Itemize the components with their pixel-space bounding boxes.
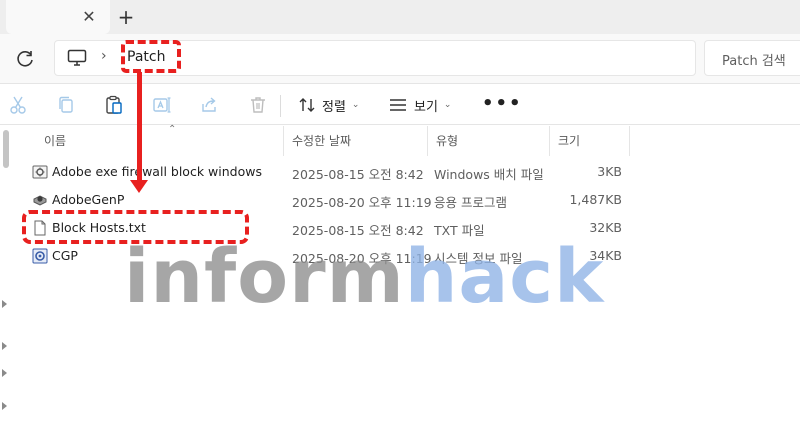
- nav-expand-icon[interactable]: [2, 369, 7, 377]
- nav-expand-icon[interactable]: [2, 342, 7, 350]
- rename-icon[interactable]: [152, 95, 172, 115]
- file-size: 32KB: [589, 220, 622, 235]
- file-type: 응용 프로그램: [434, 195, 507, 210]
- column-date-label: 수정한 날짜: [292, 134, 352, 148]
- new-tab-icon[interactable]: +: [114, 5, 138, 29]
- paste-icon[interactable]: [104, 95, 124, 115]
- address-row: › Patch Patch 검색: [0, 34, 800, 84]
- cut-icon[interactable]: [8, 95, 28, 115]
- this-pc-icon[interactable]: [67, 49, 87, 67]
- delete-icon[interactable]: [248, 95, 268, 115]
- sort-label: 정렬: [322, 99, 346, 115]
- file-name: Adobe exe firewall block windows: [52, 164, 262, 179]
- copy-icon[interactable]: [56, 95, 76, 115]
- watermark: informhack: [124, 240, 604, 314]
- watermark-part-1: inform: [124, 234, 405, 320]
- sort-button[interactable]: 정렬 ⌄: [298, 93, 359, 117]
- column-date[interactable]: 수정한 날짜: [284, 126, 428, 156]
- file-name: CGP: [52, 248, 78, 263]
- nav-expand-icon[interactable]: [2, 300, 7, 308]
- nav-expand-icon[interactable]: [2, 402, 7, 410]
- column-type-label: 유형: [436, 134, 459, 148]
- watermark-part-2: hack: [404, 234, 605, 320]
- column-name[interactable]: 이름: [36, 126, 284, 156]
- toolbar-divider: [280, 95, 281, 117]
- view-button[interactable]: 보기 ⌄: [388, 93, 451, 117]
- active-tab[interactable]: ✕: [6, 0, 110, 34]
- patch-highlight-box: [121, 40, 181, 73]
- file-date: 2025-08-15 오전 8:42: [292, 167, 424, 182]
- search-placeholder: Patch 검색: [722, 54, 786, 69]
- file-size: 3KB: [597, 164, 622, 179]
- column-type[interactable]: 유형: [428, 126, 550, 156]
- sort-chevron-down-icon: ⌄: [351, 100, 360, 110]
- more-options-icon[interactable]: •••: [482, 93, 523, 114]
- batch-file-icon: [32, 165, 48, 179]
- file-type: Windows 배치 파일: [434, 167, 544, 182]
- view-chevron-down-icon: ⌄: [443, 100, 452, 110]
- sort-icon: [299, 98, 315, 112]
- share-icon[interactable]: [200, 95, 220, 115]
- annotation-arrow-head: [130, 180, 148, 193]
- view-label: 보기: [414, 99, 438, 115]
- column-name-label: 이름: [44, 134, 67, 148]
- breadcrumb-separator[interactable]: ›: [101, 48, 107, 64]
- command-bar: 정렬 ⌄ 보기 ⌄ •••: [0, 85, 800, 125]
- view-icon: [390, 99, 406, 111]
- application-icon: [33, 195, 47, 206]
- tab-strip: ✕ +: [0, 0, 800, 34]
- annotation-arrow-line: [137, 72, 142, 182]
- refresh-icon[interactable]: [12, 46, 38, 72]
- file-size: 1,487KB: [569, 192, 622, 207]
- column-size[interactable]: 크기: [550, 126, 630, 156]
- system-info-icon: [32, 248, 48, 264]
- column-size-label: 크기: [558, 134, 581, 148]
- file-date: 2025-08-20 오후 11:19: [292, 195, 432, 210]
- close-tab-icon[interactable]: ✕: [78, 6, 100, 28]
- nav-scrollbar[interactable]: [3, 130, 9, 168]
- address-bar[interactable]: › Patch: [54, 40, 696, 76]
- search-box[interactable]: Patch 검색: [704, 40, 800, 76]
- file-name: AdobeGenP: [52, 192, 125, 207]
- column-header: ⌃ 이름 수정한 날짜 유형 크기: [14, 124, 800, 156]
- navigation-pane: [0, 126, 14, 431]
